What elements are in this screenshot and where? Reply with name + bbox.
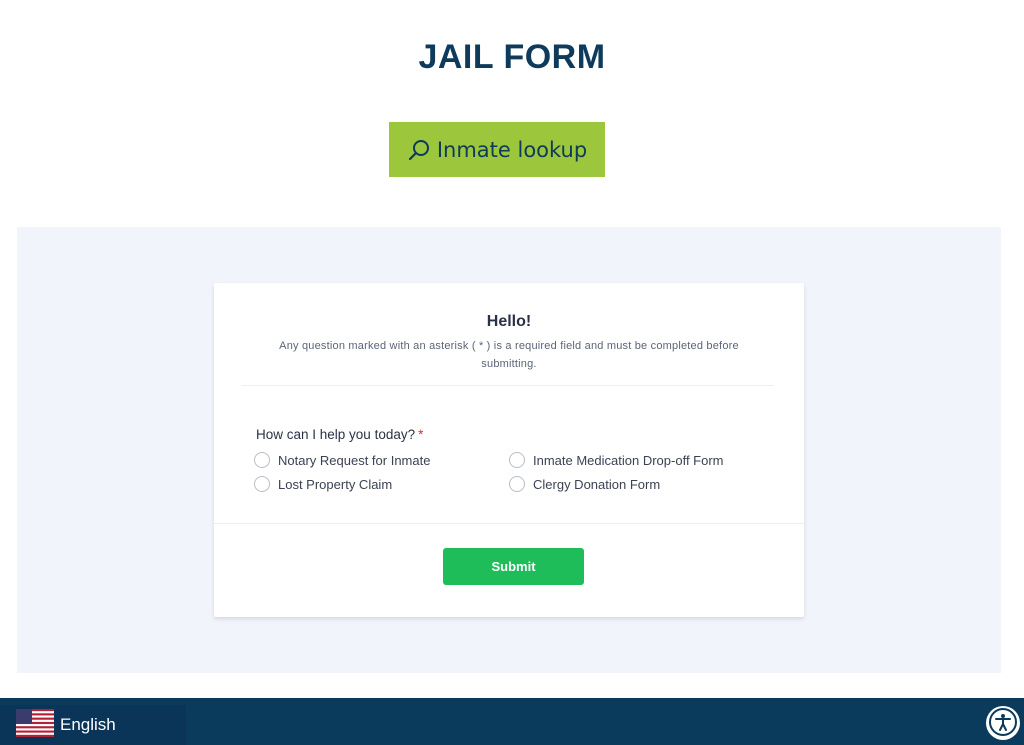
radio-notary-request[interactable] <box>254 452 270 468</box>
option-label: Lost Property Claim <box>278 476 393 492</box>
required-asterisk: * <box>418 427 424 442</box>
page: JAIL FORM Inmate lookup Hello! Any quest… <box>0 0 1024 745</box>
form-description: Any question marked with an asterisk ( *… <box>279 340 739 370</box>
search-icon <box>407 138 431 162</box>
option-medication-dropoff[interactable]: Inmate Medication Drop-off Form <box>509 452 724 468</box>
header-divider <box>242 385 774 386</box>
page-title: JAIL FORM <box>418 38 606 76</box>
radio-lost-property[interactable] <box>254 476 270 492</box>
option-label: Inmate Medication Drop-off Form <box>533 452 724 468</box>
form-greeting: Hello! <box>486 313 532 330</box>
option-clergy-donation[interactable]: Clergy Donation Form <box>509 476 660 492</box>
language-label: English <box>60 715 116 734</box>
option-label: Notary Request for Inmate <box>278 452 431 468</box>
submit-button[interactable]: Submit <box>443 548 584 585</box>
inmate-lookup-button[interactable]: Inmate lookup <box>389 122 605 177</box>
option-label: Clergy Donation Form <box>533 476 661 492</box>
radio-clergy-donation[interactable] <box>509 476 525 492</box>
radio-medication-dropoff[interactable] <box>509 452 525 468</box>
accessibility-icon <box>988 707 1018 740</box>
accessibility-button[interactable] <box>986 706 1020 740</box>
language-selector[interactable]: English <box>0 705 186 745</box>
footer-divider <box>214 523 804 524</box>
question-text: How can I help you today? <box>256 427 416 442</box>
question-label: How can I help you today? * <box>256 427 423 442</box>
us-flag-icon <box>16 708 54 742</box>
inmate-lookup-label: Inmate lookup <box>436 137 588 162</box>
form-card: Hello! Any question marked with an aster… <box>214 283 804 617</box>
option-lost-property[interactable]: Lost Property Claim <box>254 476 392 492</box>
option-notary-request[interactable]: Notary Request for Inmate <box>254 452 430 468</box>
